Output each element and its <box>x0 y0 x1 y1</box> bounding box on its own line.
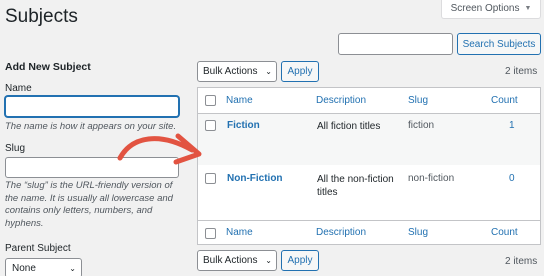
subject-slug: fiction <box>408 120 435 131</box>
column-count-footer[interactable]: Count <box>491 226 518 239</box>
slug-help-text: The “slug” is the URL-friendly version o… <box>5 180 173 229</box>
chevron-down-icon: ⌄ <box>265 67 272 76</box>
chevron-down-icon: ⌄ <box>265 256 272 265</box>
page-title: Subjects <box>5 6 78 27</box>
subject-description: All the non-fiction titles <box>317 174 394 198</box>
column-slug-header[interactable]: Slug <box>408 94 428 107</box>
subjects-table: Name Description Slug Count Fiction All … <box>197 87 541 245</box>
bulk-actions-label: Bulk Actions <box>203 255 258 266</box>
row-checkbox[interactable] <box>205 120 216 131</box>
search-input[interactable] <box>338 33 453 55</box>
name-help-text: The name is how it appears on your site. <box>5 121 177 132</box>
subject-slug: non-fiction <box>408 173 455 184</box>
slug-field[interactable] <box>5 157 179 178</box>
name-field[interactable] <box>5 96 179 117</box>
row-checkbox[interactable] <box>205 173 216 184</box>
screen-options-label: Screen Options <box>450 2 520 14</box>
chevron-down-icon: ⌄ <box>69 263 76 273</box>
apply-button-top[interactable]: Apply <box>281 61 319 82</box>
parent-subject-value: None <box>12 262 36 274</box>
caret-down-icon: ▼ <box>524 4 532 12</box>
subject-count-link[interactable]: 1 <box>509 119 515 132</box>
subject-name-link[interactable]: Non-Fiction <box>227 172 283 185</box>
items-count-bottom: 2 items <box>505 256 538 267</box>
column-description-header[interactable]: Description <box>316 94 366 107</box>
column-count-header[interactable]: Count <box>491 94 518 107</box>
bulk-actions-select-top[interactable]: Bulk Actions ⌄ <box>197 61 277 82</box>
subject-name-link[interactable]: Fiction <box>227 119 260 132</box>
column-name-footer[interactable]: Name <box>226 226 253 239</box>
column-slug-footer[interactable]: Slug <box>408 226 428 239</box>
column-description-footer[interactable]: Description <box>316 226 366 239</box>
parent-subject-label: Parent Subject <box>5 243 71 254</box>
items-count-top: 2 items <box>505 66 538 77</box>
select-all-checkbox-footer[interactable] <box>205 228 216 239</box>
column-name-header[interactable]: Name <box>226 94 253 107</box>
table-row: Non-Fiction All the non-fiction titles n… <box>198 165 540 220</box>
search-subjects-button[interactable]: Search Subjects <box>457 33 541 55</box>
screen-options-button[interactable]: Screen Options ▼ <box>441 0 541 19</box>
subject-description: All fiction titles <box>317 121 381 132</box>
name-label: Name <box>5 83 32 94</box>
table-row: Fiction All fiction titles fiction 1 <box>198 114 540 165</box>
bulk-actions-label: Bulk Actions <box>203 66 258 77</box>
table-footer-row: Name Description Slug Count <box>198 220 540 245</box>
bulk-actions-select-bottom[interactable]: Bulk Actions ⌄ <box>197 250 277 271</box>
slug-label: Slug <box>5 143 26 154</box>
add-new-subject-heading: Add New Subject <box>5 61 91 73</box>
select-all-checkbox[interactable] <box>205 95 216 106</box>
apply-button-bottom[interactable]: Apply <box>281 250 319 271</box>
subject-count-link[interactable]: 0 <box>509 172 515 185</box>
parent-subject-select[interactable]: None ⌄ <box>5 258 82 276</box>
table-header-row: Name Description Slug Count <box>198 88 540 114</box>
